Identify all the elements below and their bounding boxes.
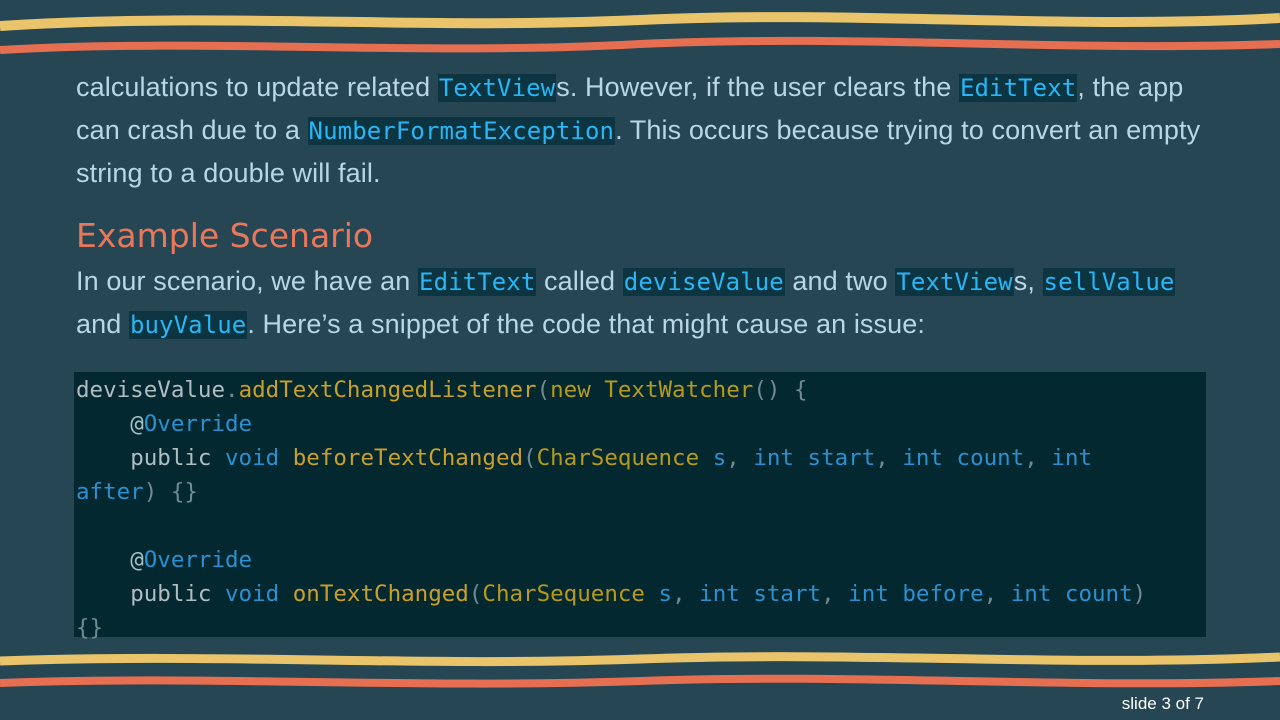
inline-code: EditText bbox=[418, 268, 537, 296]
text: and bbox=[76, 309, 129, 339]
text: and two bbox=[784, 266, 896, 296]
text: s. However, if the user clears the bbox=[556, 72, 959, 102]
inline-code: deviseValue bbox=[622, 268, 785, 296]
inline-code: sellValue bbox=[1042, 268, 1176, 296]
scenario-paragraph: In our scenario, we have an EditText cal… bbox=[76, 260, 1216, 346]
text: calculations to update related bbox=[76, 72, 438, 102]
slide-counter: slide 3 of 7 bbox=[1121, 694, 1204, 713]
code-line: public void beforeTextChanged(CharSequen… bbox=[130, 445, 1093, 471]
inline-code: buyValue bbox=[128, 311, 248, 339]
code-snippet: deviseValue.addTextChangedListener(new T… bbox=[74, 372, 1206, 641]
intro-paragraph: calculations to update related TextViews… bbox=[76, 66, 1216, 194]
code-line: @Override bbox=[130, 411, 253, 437]
code-line: {} bbox=[76, 615, 104, 641]
text: . Here’s a snippet of the code that migh… bbox=[247, 309, 925, 339]
text: In our scenario, we have an bbox=[76, 266, 419, 296]
section-heading: Example Scenario bbox=[76, 216, 374, 255]
inline-code: TextView bbox=[895, 268, 1014, 296]
inline-code: TextView bbox=[437, 74, 557, 102]
inline-code: NumberFormatException bbox=[307, 117, 616, 145]
slide-content: calculations to update related TextViews… bbox=[76, 66, 1216, 346]
code-line: after) {} bbox=[76, 479, 198, 505]
code-line: public void onTextChanged(CharSequence s… bbox=[130, 581, 1147, 607]
bottom-wave-decoration bbox=[0, 652, 1280, 688]
top-wave-decoration bbox=[0, 12, 1280, 54]
code-line: @Override bbox=[130, 547, 253, 573]
inline-code: EditText bbox=[958, 74, 1078, 102]
text: s, bbox=[1013, 266, 1043, 296]
code-text: deviseValue.addTextChangedListener(new T… bbox=[74, 372, 1206, 645]
code-line: deviseValue.addTextChangedListener(new T… bbox=[76, 377, 808, 403]
text: called bbox=[536, 266, 623, 296]
